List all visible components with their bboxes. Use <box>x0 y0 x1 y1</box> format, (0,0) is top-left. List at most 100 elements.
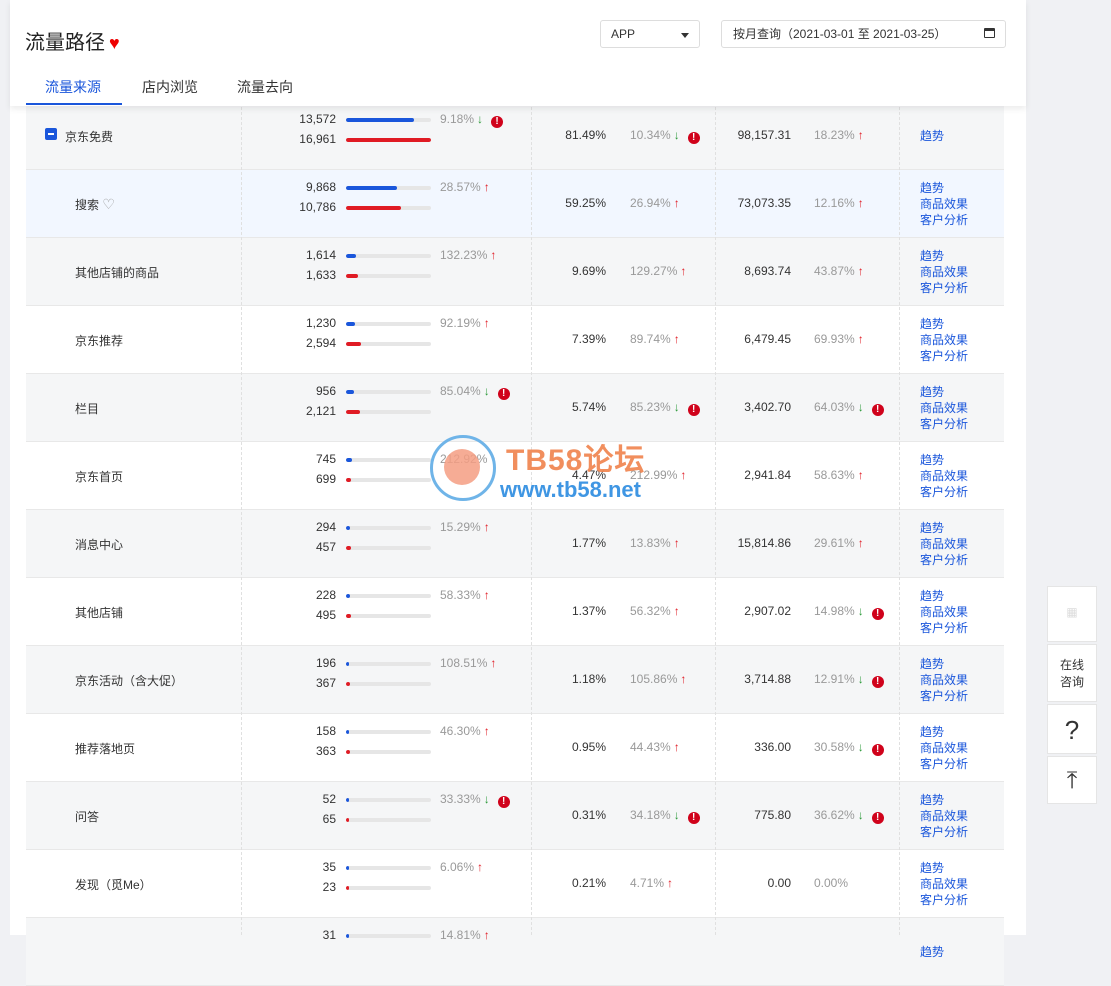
source-name: 京东活动（含大促） <box>75 672 183 689</box>
amount-value: 8,693.74 <box>744 264 791 278</box>
source-name-text: 京东首页 <box>75 470 124 484</box>
warning-icon[interactable]: ! <box>871 676 884 688</box>
page-title-text: 流量路径 <box>25 32 105 54</box>
warning-icon[interactable]: ! <box>871 744 884 756</box>
warning-icon[interactable]: ! <box>687 812 700 824</box>
compare-bar <box>346 682 431 686</box>
link-goods[interactable]: 商品效果 <box>920 604 968 620</box>
link-customer[interactable]: 客户分析 <box>920 552 968 568</box>
share-change: 89.74% ↑ <box>630 332 680 346</box>
link-customer[interactable]: 客户分析 <box>920 824 968 840</box>
link-trend[interactable]: 趋势 <box>920 944 944 960</box>
link-customer[interactable]: 客户分析 <box>920 620 968 636</box>
link-trend[interactable]: 趋势 <box>920 656 968 672</box>
visitor-change-value: 14.81% <box>440 928 481 942</box>
arrow-down-icon: ↓ <box>857 672 864 686</box>
warning-icon[interactable]: ! <box>871 608 884 620</box>
date-range-picker[interactable]: 按月查询（2021-03-01 至 2021-03-25） <box>721 20 1006 48</box>
visitor-change: 14.81% ↑ <box>440 928 490 942</box>
warning-icon[interactable]: ! <box>497 796 510 808</box>
table-row: 问答 52 65 33.33% ↓! 0.31% 34.18% ↓! 775.80 36.62% ↓… <box>26 782 1004 850</box>
warning-icon[interactable]: ! <box>871 404 884 416</box>
arrow-down-icon: ↓ <box>857 740 864 754</box>
link-customer[interactable]: 客户分析 <box>920 348 968 364</box>
link-goods[interactable]: 商品效果 <box>920 672 968 688</box>
link-goods[interactable]: 商品效果 <box>920 536 968 552</box>
favorite-heart-icon[interactable]: ♥ <box>109 33 120 53</box>
arrow-up-icon: ↑ <box>673 536 680 550</box>
warning-icon[interactable]: ! <box>491 116 504 128</box>
link-customer[interactable]: 客户分析 <box>920 688 968 704</box>
link-customer[interactable]: 客户分析 <box>920 756 968 772</box>
amount-change-value: 64.03% <box>814 400 855 414</box>
tab-store-browse[interactable]: 店内浏览 <box>142 77 198 97</box>
source-name: 其他店铺 <box>75 604 123 621</box>
warning-icon[interactable]: ! <box>687 132 700 144</box>
link-trend[interactable]: 趋势 <box>920 180 968 196</box>
tab-traffic-destination[interactable]: 流量去向 <box>237 77 293 97</box>
link-trend[interactable]: 趋势 <box>920 860 968 876</box>
link-goods[interactable]: 商品效果 <box>920 468 968 484</box>
visitor-bar <box>346 866 431 870</box>
link-goods[interactable]: 商品效果 <box>920 264 968 280</box>
link-customer[interactable]: 客户分析 <box>920 416 968 432</box>
column-divider <box>899 102 900 935</box>
share-change-value: 89.74% <box>630 332 671 346</box>
link-trend[interactable]: 趋势 <box>920 384 968 400</box>
link-trend[interactable]: 趋势 <box>920 724 968 740</box>
link-goods[interactable]: 商品效果 <box>920 876 968 892</box>
tab-traffic-source[interactable]: 流量来源 <box>45 77 101 97</box>
compare-count: 2,594 <box>305 336 336 350</box>
table-row: 其他店铺的商品 1,614 1,633 132.23% ↑ 9.69% 129.27% ↑ 8,… <box>26 238 1004 306</box>
link-goods[interactable]: 商品效果 <box>920 196 968 212</box>
link-customer[interactable]: 客户分析 <box>920 212 968 228</box>
link-goods[interactable]: 商品效果 <box>920 808 968 824</box>
warning-icon[interactable]: ! <box>497 388 510 400</box>
link-trend[interactable]: 趋势 <box>920 128 944 144</box>
visitor-bar <box>346 390 431 394</box>
help-button[interactable]: ? <box>1047 704 1097 754</box>
back-to-top-button[interactable]: ⤒ <box>1047 756 1097 804</box>
amount-change-value: 12.91% <box>814 672 855 686</box>
link-trend[interactable]: 趋势 <box>920 520 968 536</box>
compare-bar <box>346 818 431 822</box>
share-change: 56.32% ↑ <box>630 604 680 618</box>
link-goods[interactable]: 商品效果 <box>920 332 968 348</box>
arrow-up-icon: ↑ <box>477 860 484 874</box>
link-customer[interactable]: 客户分析 <box>920 484 968 500</box>
visitor-count: 52 <box>322 792 336 806</box>
date-range-value: 按月查询（2021-03-01 至 2021-03-25） <box>733 27 947 41</box>
online-consult-button[interactable]: 在线 咨询 <box>1047 644 1097 702</box>
visitor-count: 1,230 <box>305 316 336 330</box>
source-name-text: 问答 <box>75 810 100 824</box>
warning-icon[interactable]: ! <box>687 404 700 416</box>
link-customer[interactable]: 客户分析 <box>920 280 968 296</box>
side-tool-faded[interactable]: ▦ <box>1047 586 1097 642</box>
platform-select-value: APP <box>611 27 636 41</box>
warning-icon[interactable]: ! <box>871 812 884 824</box>
share-rate: 0.31% <box>571 808 606 822</box>
link-trend[interactable]: 趋势 <box>920 588 968 604</box>
arrow-down-icon: ↓ <box>857 604 864 618</box>
link-trend[interactable]: 趋势 <box>920 248 968 264</box>
visitor-change: 212.92% ↑ <box>440 452 496 466</box>
link-trend[interactable]: 趋势 <box>920 792 968 808</box>
link-goods[interactable]: 商品效果 <box>920 400 968 416</box>
link-goods[interactable]: 商品效果 <box>920 740 968 756</box>
link-customer[interactable]: 客户分析 <box>920 892 968 908</box>
amount-change: 36.62% ↓! <box>814 808 884 824</box>
platform-select[interactable]: APP <box>600 20 700 48</box>
amount-value: 98,157.31 <box>737 128 791 142</box>
link-trend[interactable]: 趋势 <box>920 316 968 332</box>
source-name-text: 搜索 <box>75 198 100 212</box>
link-trend[interactable]: 趋势 <box>920 452 968 468</box>
compare-count: 1,633 <box>305 268 336 282</box>
share-rate: 7.39% <box>571 332 606 346</box>
compare-bar-fill <box>346 478 351 482</box>
favorite-outline-icon[interactable]: ♡ <box>102 196 115 212</box>
arrow-up-icon: ↑ <box>483 520 490 534</box>
visitor-count: 13,572 <box>299 112 336 126</box>
share-change-value: 13.83% <box>630 536 671 550</box>
collapse-minus-icon[interactable] <box>45 128 57 140</box>
compare-bar-fill <box>346 138 431 142</box>
